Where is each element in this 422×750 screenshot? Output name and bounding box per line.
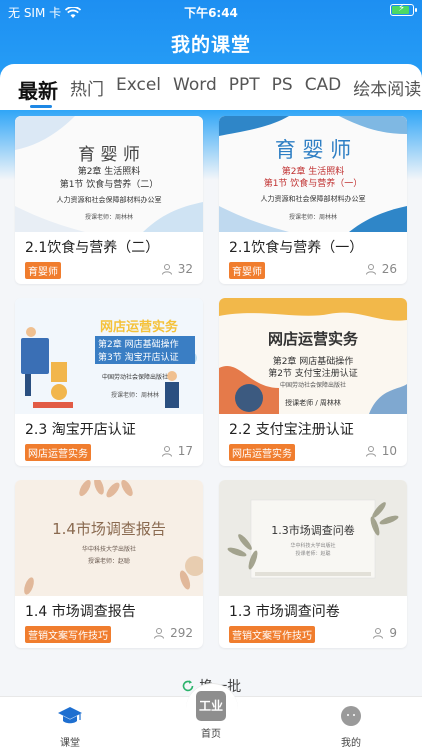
nav-item-classroom[interactable]: 课堂 bbox=[30, 705, 110, 749]
thumb-chapter: 华中科技大学出版社 bbox=[290, 543, 336, 549]
thumb-section: 第2节 支付宝注册认证 bbox=[268, 369, 358, 379]
tab-word[interactable]: Word bbox=[173, 75, 217, 104]
course-card[interactable]: 1.4市场调查报告 华中科技大学出版社 授课老师：赵聪 1.4 市场调查报告 营… bbox=[15, 480, 203, 648]
thumb-heading: 1.4市场调查报告 bbox=[52, 520, 166, 538]
thumb-section: 第1节 饮食与营养（二） bbox=[59, 180, 159, 190]
status-time: 下午6:44 bbox=[184, 6, 238, 20]
person-icon bbox=[365, 264, 376, 275]
person-icon bbox=[365, 446, 376, 457]
thumb-teacher: 授课老师 / 周林林 bbox=[285, 399, 341, 407]
course-card[interactable]: 育 婴 师 第2章 生活照料 第1节 饮食与营养（二） 人力资源和社会保障部材料… bbox=[15, 116, 203, 284]
thumb-section: 第3节 淘宝开店认证 bbox=[98, 353, 179, 363]
thumb-teacher: 授课老师：周林林 bbox=[288, 214, 337, 221]
course-card[interactable]: 育 婴 师 第2章 生活照料 第1节 饮食与营养（一） 人力资源和社会保障部材料… bbox=[219, 116, 407, 284]
thumb-heading: 育 婴 师 bbox=[274, 138, 352, 162]
page-title: 我的课堂 bbox=[170, 34, 251, 56]
course-title: 2.2 支付宝注册认证 bbox=[229, 422, 354, 438]
battery-icon: ⚡ bbox=[390, 3, 417, 16]
thumb-teacher: 授课老师：周林林 bbox=[110, 392, 159, 399]
thumb-publisher: 人力资源和社会保障部材料办公室 bbox=[56, 196, 162, 204]
graduation-cap-icon bbox=[58, 707, 82, 724]
course-title: 2.1饮食与营养（一） bbox=[229, 240, 364, 256]
category-tabs: 最新 热门 Excel Word PPT PS CAD 绘本阅读 bbox=[0, 64, 422, 110]
learner-count: 10 bbox=[365, 444, 397, 458]
course-thumbnail: 育 婴 师 第2章 生活照料 第1节 饮食与营养（二） 人力资源和社会保障部材料… bbox=[15, 116, 203, 232]
course-thumbnail: 1.4市场调查报告 华中科技大学出版社 授课老师：赵聪 bbox=[15, 480, 203, 596]
person-icon bbox=[161, 264, 172, 275]
tab-excel[interactable]: Excel bbox=[116, 75, 161, 104]
nav-label-mine: 我的 bbox=[341, 738, 361, 749]
thumb-section: 授课老师：赵聪 bbox=[295, 551, 331, 557]
nav-item-mine[interactable]: 我的 bbox=[311, 705, 391, 749]
thumb-chapter: 第2章 生活照料 bbox=[77, 167, 141, 177]
nav-item-home[interactable]: 工业 首页 bbox=[171, 691, 251, 740]
tab-picture-book[interactable]: 绘本阅读 bbox=[353, 75, 421, 104]
course-tag: 育婴师 bbox=[229, 262, 265, 279]
thumb-heading: 1.3市场调查问卷 bbox=[271, 524, 355, 537]
person-icon bbox=[373, 628, 384, 639]
thumb-heading: 网店运营实务 bbox=[267, 330, 358, 348]
course-title: 2.3 淘宝开店认证 bbox=[25, 422, 136, 438]
course-tag: 网店运营实务 bbox=[229, 444, 295, 461]
learner-count: 9 bbox=[372, 626, 397, 640]
tab-cad[interactable]: CAD bbox=[305, 75, 342, 104]
thumb-chapter: 第2章 网店基础操作 bbox=[98, 340, 179, 350]
thumb-section: 授课老师：赵聪 bbox=[87, 558, 130, 565]
thumb-heading: 网店运营实务 bbox=[99, 320, 178, 335]
course-card[interactable]: 网店运营实务 第2章 网店基础操作 第2节 支付宝注册认证 中国劳动社会保障出版… bbox=[219, 298, 407, 466]
profile-face-icon bbox=[341, 706, 361, 726]
course-title: 1.3 市场调查问卷 bbox=[229, 604, 340, 620]
course-title: 2.1饮食与营养（二） bbox=[25, 240, 160, 256]
course-thumbnail: 网店运营实务 第2章 网店基础操作 第2节 支付宝注册认证 中国劳动社会保障出版… bbox=[219, 298, 407, 414]
learner-count: 32 bbox=[161, 262, 193, 276]
thumb-publisher: 中国劳动社会保障出版社 bbox=[101, 374, 168, 381]
tab-ppt[interactable]: PPT bbox=[229, 75, 260, 104]
thumb-section: 第1节 饮食与营养（一） bbox=[263, 179, 363, 189]
nav-label-home: 首页 bbox=[201, 729, 221, 740]
course-thumbnail: 网店运营实务 第2章 网店基础操作 第3节 淘宝开店认证 中国劳动社会保障出版社… bbox=[15, 298, 203, 414]
thumb-heading: 育 婴 师 bbox=[78, 145, 140, 165]
course-tag: 营销文案写作技巧 bbox=[229, 626, 315, 643]
person-icon bbox=[161, 446, 172, 457]
course-tag: 网店运营实务 bbox=[25, 444, 91, 461]
industry-icon: 工业 bbox=[196, 691, 226, 721]
thumb-banner: 第2章 网店基础操作 第3节 淘宝开店认证 bbox=[95, 336, 195, 364]
learner-count: 26 bbox=[365, 262, 397, 276]
tab-active-indicator bbox=[30, 105, 52, 108]
course-card[interactable]: 1.3市场调查问卷 华中科技大学出版社 授课老师：赵聪 1.3 市场调查问卷 营… bbox=[219, 480, 407, 648]
thumb-chapter: 华中科技大学出版社 bbox=[81, 546, 136, 553]
thumb-publisher: 中国劳动社会保障出版社 bbox=[279, 382, 346, 389]
tab-latest[interactable]: 最新 bbox=[18, 75, 58, 108]
course-tag: 育婴师 bbox=[25, 262, 61, 279]
course-title: 1.4 市场调查报告 bbox=[25, 604, 136, 620]
status-bar: 无 SIM 卡 下午6:44 ⚡ bbox=[0, 0, 422, 22]
learner-count: 292 bbox=[153, 626, 193, 640]
course-card[interactable]: 网店运营实务 第2章 网店基础操作 第3节 淘宝开店认证 中国劳动社会保障出版社… bbox=[15, 298, 203, 466]
bottom-nav: 课堂 工业 首页 我的 bbox=[0, 683, 422, 750]
tab-ps[interactable]: PS bbox=[272, 75, 293, 104]
person-icon bbox=[154, 628, 165, 639]
course-thumbnail: 1.3市场调查问卷 华中科技大学出版社 授课老师：赵聪 bbox=[219, 480, 407, 596]
thumb-teacher: 授课老师：周林林 bbox=[84, 214, 133, 221]
course-tag: 营销文案写作技巧 bbox=[25, 626, 111, 643]
tab-hot[interactable]: 热门 bbox=[70, 75, 104, 104]
learner-count: 17 bbox=[161, 444, 193, 458]
thumb-publisher: 人力资源和社会保障部材料办公室 bbox=[260, 195, 366, 203]
course-thumbnail: 育 婴 师 第2章 生活照料 第1节 饮食与营养（一） 人力资源和社会保障部材料… bbox=[219, 116, 407, 232]
nav-label-classroom: 课堂 bbox=[60, 738, 80, 749]
